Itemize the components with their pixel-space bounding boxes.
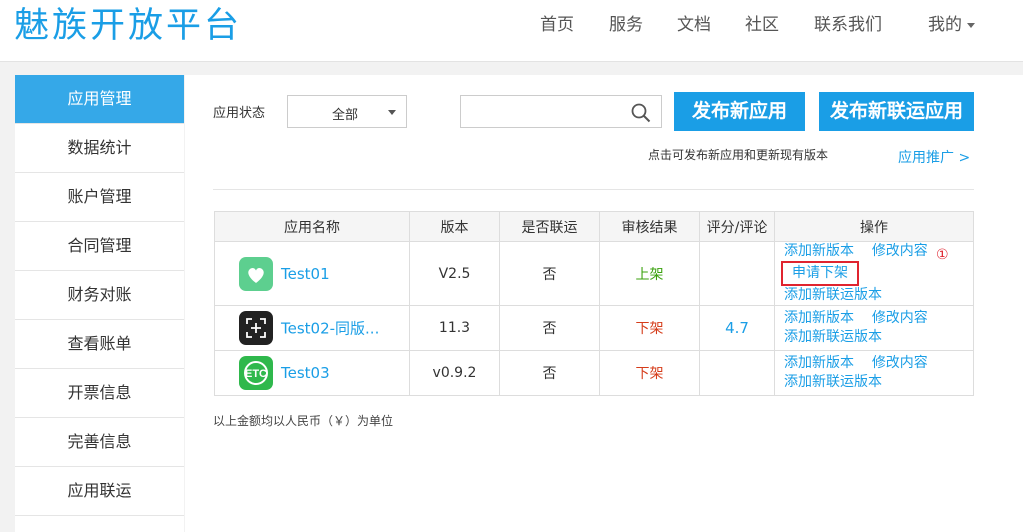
sidebar-item-account[interactable]: 账户管理 — [15, 173, 184, 222]
col-version: 版本 — [409, 211, 500, 242]
heart-app-icon — [239, 256, 273, 291]
currency-footnote: 以上金额均以人民币（￥）为单位 — [213, 414, 394, 428]
col-actions: 操作 — [774, 211, 974, 242]
rating-cell[interactable]: 4.7 — [699, 305, 775, 351]
status-cell: 下架 — [599, 305, 700, 351]
edit-content-link[interactable]: 修改内容 — [872, 243, 928, 259]
annotation-marker: ① — [936, 247, 949, 263]
nav-community[interactable]: 社区 — [745, 10, 779, 35]
union-cell: 否 — [499, 305, 600, 351]
add-version-link[interactable]: 添加新版本 — [784, 243, 854, 259]
add-union-version-link[interactable]: 添加新联运版本 — [784, 329, 882, 345]
col-rating: 评分/评论 — [699, 211, 775, 242]
sidebar-item-statistics[interactable]: 数据统计 — [15, 124, 184, 173]
logo[interactable]: 魅族开放平台 — [14, 4, 242, 48]
sidebar-item-profile[interactable]: 完善信息 — [15, 418, 184, 467]
nav-docs[interactable]: 文档 — [677, 10, 711, 35]
app-name-link[interactable]: Test02-同版... — [281, 320, 379, 338]
version-cell: 11.3 — [409, 305, 500, 351]
edit-content-link[interactable]: 修改内容 — [872, 310, 928, 326]
union-cell: 否 — [499, 241, 600, 306]
etc-app-icon: ETC — [239, 356, 273, 390]
app-name-cell: Test01 — [214, 241, 410, 306]
col-union: 是否联运 — [499, 211, 600, 242]
search-icon[interactable] — [631, 103, 651, 123]
nav-contact[interactable]: 联系我们 — [814, 10, 882, 35]
etc-icon-text: ETC — [245, 368, 267, 380]
sidebar-item-app-management[interactable]: 应用管理 — [15, 75, 184, 124]
publish-app-button[interactable]: 发布新应用 — [674, 92, 805, 131]
table-row: Test01 V2.5 否 上架 添加新版本 修改内容 申请下架 添加新联运版本 — [214, 241, 974, 306]
table-row: Test02-同版... 11.3 否 下架 4.7 添加新版本 修改内容 添加… — [214, 305, 974, 351]
actions-cell: 添加新版本 修改内容 添加新联运版本 — [774, 305, 974, 351]
union-cell: 否 — [499, 350, 600, 396]
status-cell: 上架 — [599, 241, 700, 306]
rating-cell — [699, 241, 775, 306]
app-name-link[interactable]: Test01 — [281, 265, 330, 283]
app-name-link[interactable]: Test03 — [281, 364, 330, 382]
chevron-down-icon — [388, 110, 396, 115]
sidebar-item-invoice[interactable]: 开票信息 — [15, 369, 184, 418]
table-header-row: 应用名称 版本 是否联运 审核结果 评分/评论 操作 — [214, 211, 974, 242]
app-name-cell: ETC Test03 — [214, 350, 410, 396]
nav-my-account[interactable]: 我的 — [928, 10, 975, 35]
sidebar-item-bills[interactable]: 查看账单 — [15, 320, 184, 369]
col-review-result: 审核结果 — [599, 211, 700, 242]
rating-cell — [699, 350, 775, 396]
status-filter-label: 应用状态 — [213, 106, 266, 121]
edit-content-link[interactable]: 修改内容 — [872, 355, 928, 371]
nav-home[interactable]: 首页 — [540, 10, 574, 35]
status-cell: 下架 — [599, 350, 700, 396]
scan-app-icon — [239, 311, 273, 345]
divider — [213, 189, 974, 190]
add-version-link[interactable]: 添加新版本 — [784, 310, 854, 326]
publish-union-app-button[interactable]: 发布新联运应用 — [819, 92, 974, 131]
actions-cell: 添加新版本 修改内容 添加新联运版本 — [774, 350, 974, 396]
sidebar-item-contracts[interactable]: 合同管理 — [15, 222, 184, 271]
top-bar: 魅族开放平台 首页 服务 文档 社区 联系我们 我的 — [0, 0, 1023, 62]
search-input[interactable] — [460, 95, 662, 128]
version-cell: V2.5 — [409, 241, 500, 306]
status-filter-value: 全部 — [332, 108, 359, 123]
col-app-name: 应用名称 — [214, 211, 410, 242]
app-name-cell: Test02-同版... — [214, 305, 410, 351]
nav-services[interactable]: 服务 — [609, 10, 643, 35]
sidebar: 应用管理 数据统计 账户管理 合同管理 财务对账 查看账单 开票信息 完善信息 … — [15, 75, 184, 532]
table-row: ETC Test03 v0.9.2 否 下架 添加新版本 修改内容 添加新联运版… — [214, 350, 974, 396]
app-promotion-link[interactable]: 应用推广 > — [898, 147, 970, 167]
nav-my-label: 我的 — [928, 15, 962, 35]
sidebar-item-reconciliation[interactable]: 财务对账 — [15, 271, 184, 320]
add-union-version-link[interactable]: 添加新联运版本 — [784, 287, 882, 303]
add-union-version-link[interactable]: 添加新联运版本 — [784, 374, 882, 390]
request-delist-link[interactable]: 申请下架 — [781, 261, 859, 286]
main-panel: 应用状态 全部 发布新应用 发布新联运应用 点击可发布新应用和更新现有版本 应用… — [185, 75, 1023, 532]
publish-hint: 点击可发布新应用和更新现有版本 — [648, 148, 829, 162]
status-filter-select[interactable]: 全部 — [287, 95, 407, 128]
add-version-link[interactable]: 添加新版本 — [784, 355, 854, 371]
version-cell: v0.9.2 — [409, 350, 500, 396]
chevron-down-icon — [967, 22, 975, 28]
app-table: 应用名称 版本 是否联运 审核结果 评分/评论 操作 Test01 V2.5 否… — [214, 211, 974, 396]
sidebar-item-union[interactable]: 应用联运 — [15, 467, 184, 516]
